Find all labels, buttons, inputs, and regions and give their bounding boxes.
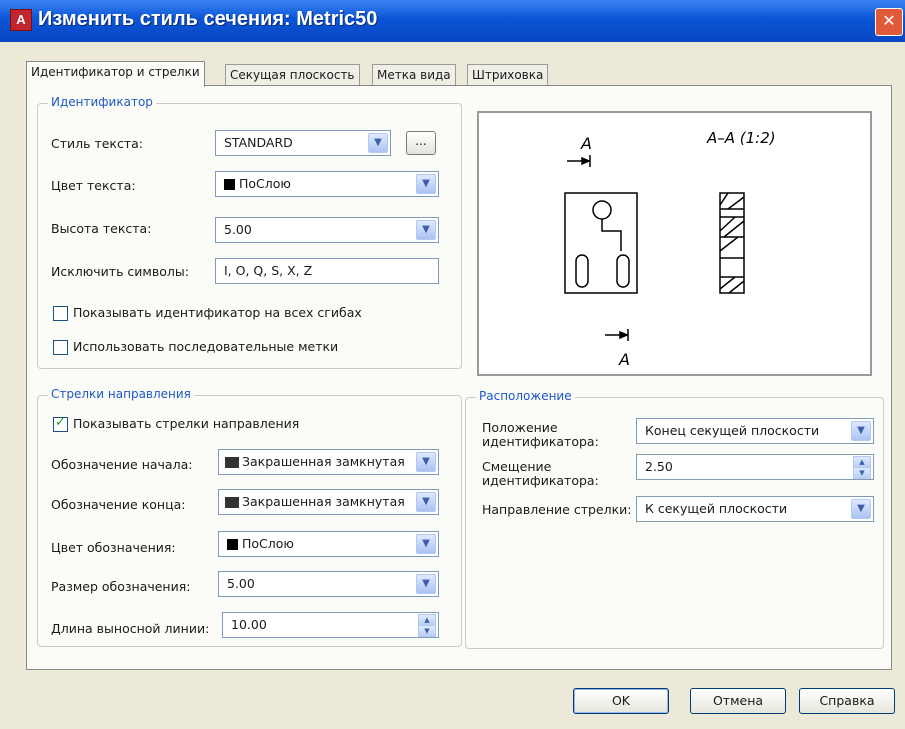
top-direction-arrow-icon	[567, 155, 591, 167]
extension-length-value: 10.00	[231, 617, 267, 632]
arrow-direction-label: Направление стрелки:	[482, 502, 632, 517]
help-button[interactable]: Справка	[799, 688, 895, 714]
chevron-down-icon[interactable]: ▼	[416, 452, 436, 472]
preview-panel: A A–A (1:2) A	[477, 111, 872, 376]
identifier-position-select[interactable]: Конец секущей плоскости ▼	[636, 418, 874, 444]
extension-length-label: Длина выносной линии:	[51, 621, 210, 636]
text-style-value: STANDARD	[224, 135, 293, 150]
filled-arrow-icon	[225, 457, 239, 468]
identifier-position-label-2: идентификатора:	[482, 434, 599, 449]
text-height-select[interactable]: 5.00 ▼	[215, 217, 439, 243]
text-style-select[interactable]: STANDARD ▼	[215, 130, 391, 156]
text-color-label: Цвет текста:	[51, 178, 136, 193]
identifier-offset-label-2: идентификатора:	[482, 473, 599, 488]
start-symbol-value: Закрашенная замкнутая	[242, 454, 405, 469]
consecutive-labels-label[interactable]: Использовать последовательные метки	[73, 339, 338, 354]
arrow-direction-select[interactable]: К секущей плоскости ▼	[636, 496, 874, 522]
color-swatch-icon	[227, 539, 238, 550]
autocad-app-icon: A	[10, 9, 32, 31]
preview-top-letter: A	[580, 134, 592, 153]
show-arrows-checkbox[interactable]	[53, 415, 68, 432]
chevron-down-icon[interactable]: ▼	[416, 220, 436, 240]
ok-button[interactable]: OK	[573, 688, 669, 714]
start-symbol-select[interactable]: Закрашенная замкнутая ▼	[218, 449, 439, 475]
text-height-value: 5.00	[224, 222, 252, 237]
arrow-direction-value: К секущей плоскости	[645, 501, 788, 516]
text-style-browse-button[interactable]: ...	[406, 131, 436, 155]
chevron-down-icon[interactable]: ▼	[851, 421, 871, 441]
text-style-label: Стиль текста:	[51, 136, 144, 151]
location-group: Расположение Положение идентификатора: Ко…	[465, 389, 884, 649]
symbol-color-label: Цвет обозначения:	[51, 540, 176, 555]
consecutive-labels-checkbox[interactable]	[53, 340, 68, 355]
tab-cutting-plane[interactable]: Секущая плоскость	[225, 64, 360, 86]
show-arrows-label[interactable]: Показывать стрелки направления	[73, 416, 299, 431]
show-all-bends-label[interactable]: Показывать идентификатор на всех сгибах	[73, 305, 362, 320]
preview-bottom-letter: A	[618, 350, 630, 369]
chevron-down-icon[interactable]: ▼	[416, 174, 436, 194]
identifier-offset-value: 2.50	[645, 459, 673, 474]
section-preview-drawing: A A–A (1:2) A	[564, 129, 776, 369]
part-plan-view-icon	[564, 192, 638, 294]
identifier-group: Идентификатор Стиль текста: STANDARD ▼ .…	[37, 95, 462, 369]
identifier-position-label-1: Положение	[482, 420, 558, 435]
start-symbol-value-wrap: Закрашенная замкнутая	[225, 450, 405, 474]
extension-length-spinner[interactable]: 10.00 ▲ ▼	[222, 612, 439, 638]
chevron-down-icon[interactable]: ▼	[416, 534, 436, 554]
end-symbol-value: Закрашенная замкнутая	[242, 494, 405, 509]
spin-down-icon[interactable]: ▼	[853, 467, 871, 479]
window-title: Изменить стиль сечения: Metric50	[38, 8, 378, 30]
color-swatch-icon	[224, 179, 235, 190]
direction-arrows-group: Стрелки направления Показывать стрелки н…	[37, 387, 462, 647]
preview-section-label: A–A (1:2)	[706, 129, 776, 147]
tab-hatch[interactable]: Штриховка	[467, 64, 549, 86]
symbol-color-value: ПоСлою	[242, 536, 294, 551]
tab-identifier-arrows[interactable]: Идентификатор и стрелки	[26, 61, 205, 87]
identifier-offset-label-1: Смещение	[482, 459, 552, 474]
symbol-size-select[interactable]: 5.00 ▼	[218, 571, 439, 597]
location-group-label: Расположение	[476, 389, 575, 403]
close-icon[interactable]: ✕	[875, 8, 903, 36]
bottom-direction-arrow-icon	[605, 329, 629, 341]
text-color-select[interactable]: ПоСлою ▼	[215, 171, 439, 197]
title-bar[interactable]: A Изменить стиль сечения: Metric50 ✕	[0, 0, 905, 42]
dialog-window: A Изменить стиль сечения: Metric50 ✕ Иде…	[0, 0, 905, 729]
symbol-size-value: 5.00	[227, 576, 255, 591]
text-height-label: Высота текста:	[51, 221, 152, 236]
end-symbol-label: Обозначение конца:	[51, 497, 186, 512]
identifier-offset-spinner[interactable]: 2.50 ▲ ▼	[636, 454, 874, 480]
text-color-value: ПоСлою	[239, 176, 291, 191]
identifier-offset-label: Смещение идентификатора:	[482, 460, 599, 488]
exclude-chars-input[interactable]: I, O, Q, S, X, Z	[215, 258, 439, 284]
filled-arrow-icon	[225, 497, 239, 508]
chevron-down-icon[interactable]: ▼	[416, 574, 436, 594]
chevron-down-icon[interactable]: ▼	[416, 492, 436, 512]
direction-arrows-group-label: Стрелки направления	[48, 387, 194, 401]
end-symbol-value-wrap: Закрашенная замкнутая	[225, 490, 405, 514]
symbol-size-label: Размер обозначения:	[51, 579, 191, 594]
identifier-position-value: Конец секущей плоскости	[645, 423, 820, 438]
text-color-value-wrap: ПоСлою	[224, 172, 291, 196]
chevron-down-icon[interactable]: ▼	[368, 133, 388, 153]
symbol-color-select[interactable]: ПоСлою ▼	[218, 531, 439, 557]
symbol-color-value-wrap: ПоСлою	[227, 532, 294, 556]
tab-view-label[interactable]: Метка вида	[372, 64, 456, 86]
exclude-chars-label: Исключить символы:	[51, 264, 189, 279]
identifier-position-label: Положение идентификатора:	[482, 421, 599, 449]
chevron-down-icon[interactable]: ▼	[851, 499, 871, 519]
start-symbol-label: Обозначение начала:	[51, 457, 193, 472]
tab-panel: Идентификатор Стиль текста: STANDARD ▼ .…	[26, 85, 892, 670]
cancel-button[interactable]: Отмена	[690, 688, 786, 714]
show-all-bends-checkbox[interactable]	[53, 306, 68, 321]
end-symbol-select[interactable]: Закрашенная замкнутая ▼	[218, 489, 439, 515]
identifier-group-label: Идентификатор	[48, 95, 156, 109]
spin-down-icon[interactable]: ▼	[418, 625, 436, 637]
section-view-icon	[719, 192, 745, 294]
